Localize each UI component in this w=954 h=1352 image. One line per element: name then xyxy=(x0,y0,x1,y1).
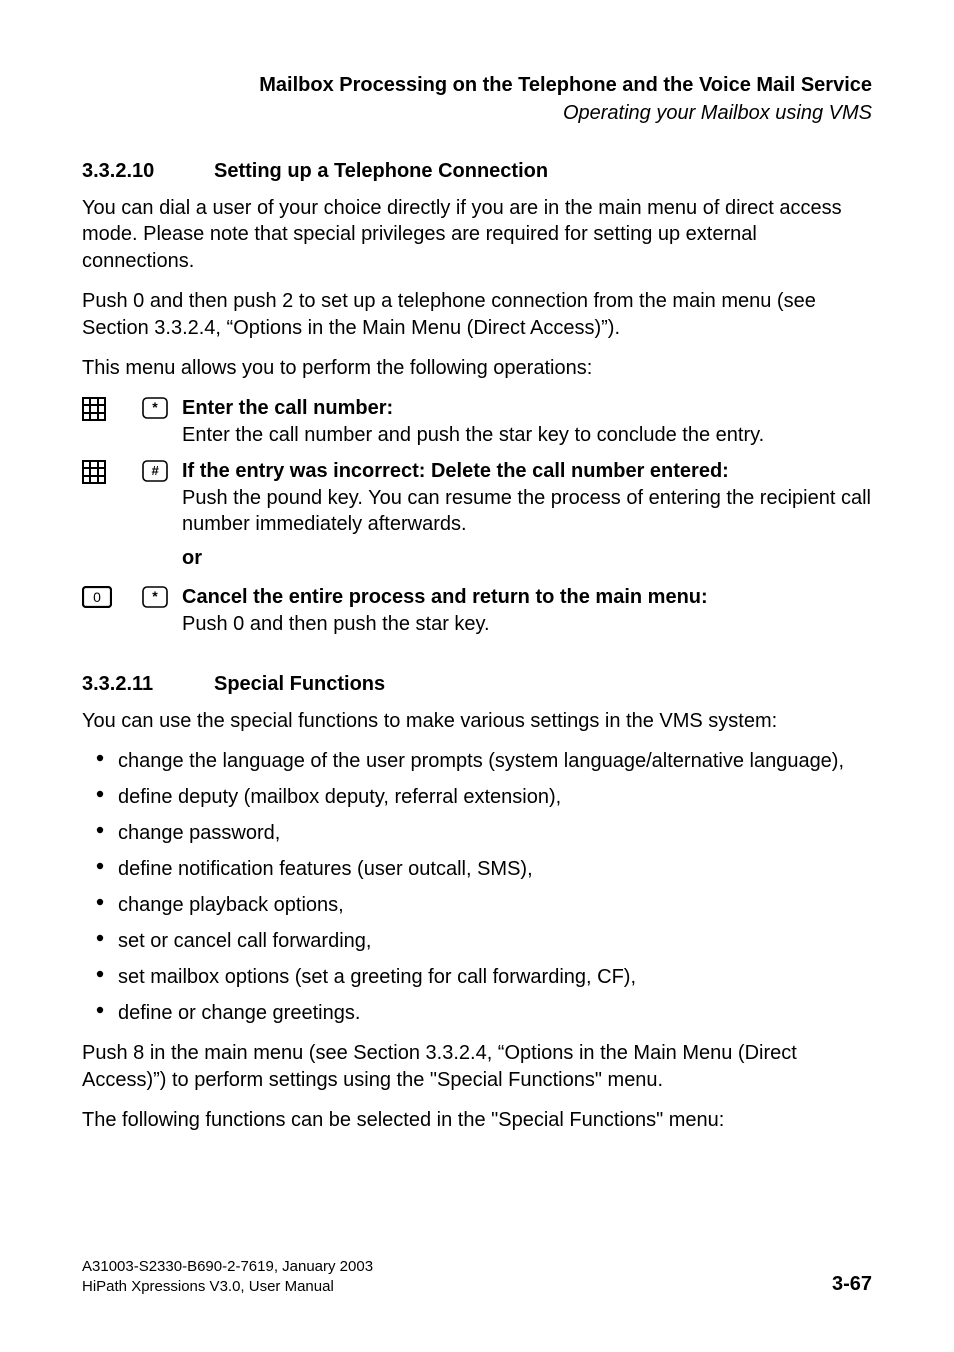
step-text: Cancel the entire process and return to … xyxy=(182,584,872,637)
paragraph: This menu allows you to perform the foll… xyxy=(82,355,872,381)
bullet-list: change the language of the user prompts … xyxy=(82,748,872,1026)
section-heading-1: 3.3.2.10Setting up a Telephone Connectio… xyxy=(82,160,872,183)
paragraph: Push 0 and then push 2 to set up a telep… xyxy=(82,288,872,341)
paragraph: You can dial a user of your choice direc… xyxy=(82,195,872,274)
list-item: define or change greetings. xyxy=(82,1000,872,1026)
bullet-icon xyxy=(82,784,118,798)
svg-text:*: * xyxy=(152,588,158,604)
bullet-icon xyxy=(82,964,118,978)
section-number: 3.3.2.10 xyxy=(82,160,214,183)
footer-left: A31003-S2330-B690-2-7619, January 2003 H… xyxy=(82,1257,373,1296)
step-list: * Enter the call number: Enter the call … xyxy=(82,395,872,637)
step-row: 0 * Cancel the entire process and return… xyxy=(82,584,872,637)
step-row: * Enter the call number: Enter the call … xyxy=(82,395,872,448)
list-item-text: change the language of the user prompts … xyxy=(118,748,872,774)
key-pound-icon: # xyxy=(142,458,182,482)
step-text: If the entry was incorrect: Delete the c… xyxy=(182,458,872,537)
key-zero-icon: 0 xyxy=(82,584,142,608)
bullet-icon xyxy=(82,856,118,870)
step-text: Enter the call number: Enter the call nu… xyxy=(182,395,872,448)
svg-text:#: # xyxy=(151,463,159,478)
list-item: set mailbox options (set a greeting for … xyxy=(82,964,872,990)
list-item-text: set mailbox options (set a greeting for … xyxy=(118,964,872,990)
keypad-grid-icon xyxy=(82,395,142,421)
bullet-icon xyxy=(82,820,118,834)
page-footer: A31003-S2330-B690-2-7619, January 2003 H… xyxy=(82,1257,872,1296)
list-item: change password, xyxy=(82,820,872,846)
list-item: change the language of the user prompts … xyxy=(82,748,872,774)
list-item-text: change password, xyxy=(118,820,872,846)
bullet-icon xyxy=(82,748,118,762)
bullet-icon xyxy=(82,928,118,942)
list-item-text: change playback options, xyxy=(118,892,872,918)
list-item-text: define or change greetings. xyxy=(118,1000,872,1026)
paragraph: The following functions can be selected … xyxy=(82,1107,872,1133)
step-bold: If the entry was incorrect: Delete the c… xyxy=(182,460,729,482)
footer-doc-title: HiPath Xpressions V3.0, User Manual xyxy=(82,1277,373,1297)
section-number: 3.3.2.11 xyxy=(82,673,214,696)
step-body: Push the pound key. You can resume the p… xyxy=(182,487,871,535)
step-row: # If the entry was incorrect: Delete the… xyxy=(82,458,872,537)
section-heading-2: 3.3.2.11Special Functions xyxy=(82,673,872,696)
step-bold: Cancel the entire process and return to … xyxy=(182,586,708,608)
svg-text:*: * xyxy=(152,399,158,415)
paragraph: You can use the special functions to mak… xyxy=(82,708,872,734)
bullet-icon xyxy=(82,1000,118,1014)
keypad-grid-icon xyxy=(82,458,142,484)
list-item: define deputy (mailbox deputy, referral … xyxy=(82,784,872,810)
footer-doc-id: A31003-S2330-B690-2-7619, January 2003 xyxy=(82,1257,373,1277)
list-item: set or cancel call forwarding, xyxy=(82,928,872,954)
svg-text:0: 0 xyxy=(93,589,101,605)
list-item-text: set or cancel call forwarding, xyxy=(118,928,872,954)
list-item-text: define deputy (mailbox deputy, referral … xyxy=(118,784,872,810)
page: Mailbox Processing on the Telephone and … xyxy=(0,0,954,1352)
bullet-icon xyxy=(82,892,118,906)
header-title: Mailbox Processing on the Telephone and … xyxy=(82,72,872,98)
step-body: Push 0 and then push the star key. xyxy=(182,613,490,635)
list-item: change playback options, xyxy=(82,892,872,918)
key-star-icon: * xyxy=(142,584,182,608)
section-title: Setting up a Telephone Connection xyxy=(214,160,548,182)
step-body: Enter the call number and push the star … xyxy=(182,424,764,446)
header-subtitle: Operating your Mailbox using VMS xyxy=(82,100,872,126)
section-title: Special Functions xyxy=(214,673,385,695)
or-label: or xyxy=(182,547,872,570)
list-item: define notification features (user outca… xyxy=(82,856,872,882)
paragraph: Push 8 in the main menu (see Section 3.3… xyxy=(82,1040,872,1093)
step-bold: Enter the call number: xyxy=(182,397,393,419)
page-number: 3-67 xyxy=(832,1273,872,1296)
key-star-icon: * xyxy=(142,395,182,419)
running-header: Mailbox Processing on the Telephone and … xyxy=(82,72,872,126)
list-item-text: define notification features (user outca… xyxy=(118,856,872,882)
